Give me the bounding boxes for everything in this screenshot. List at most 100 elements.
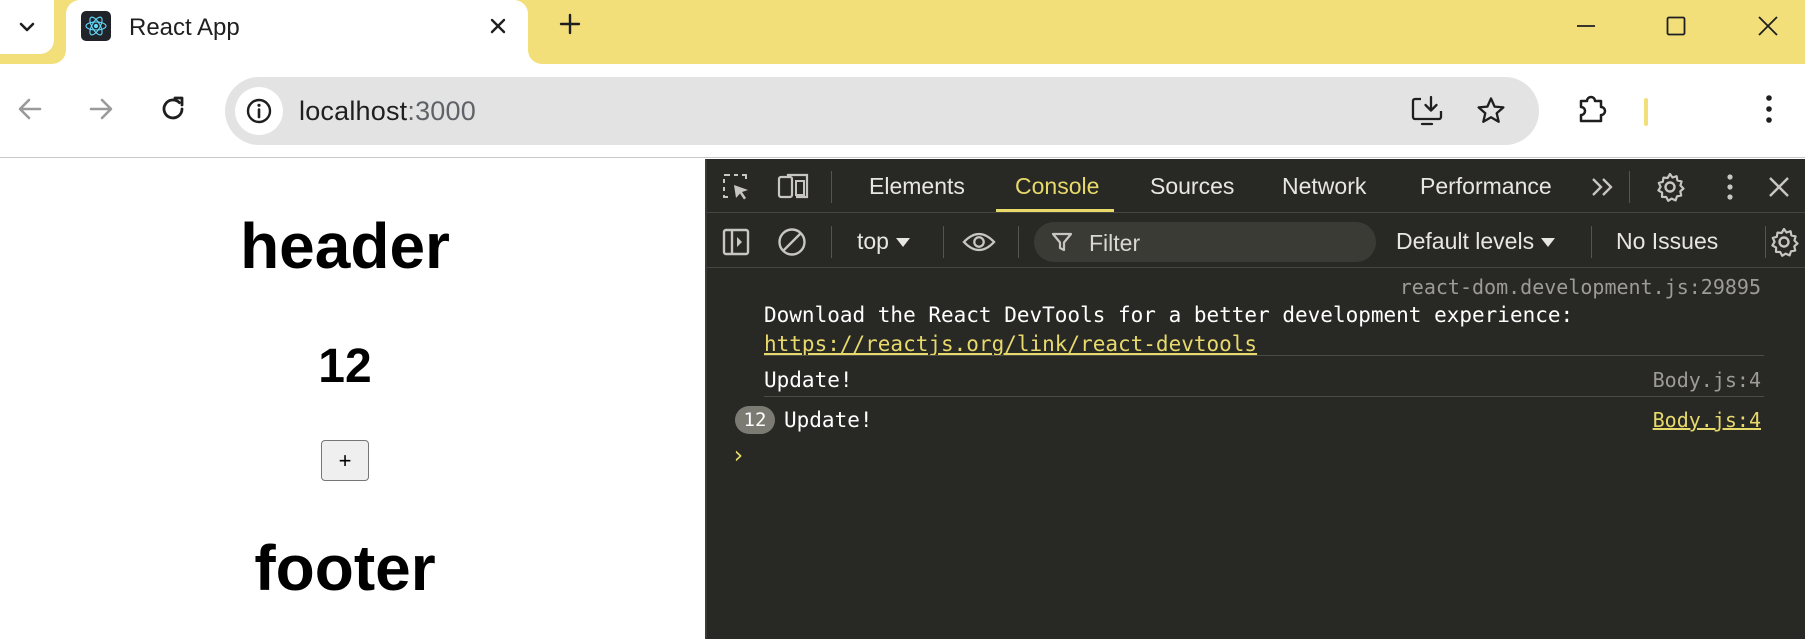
- message-source-link[interactable]: react-dom.development.js:29895: [1400, 275, 1761, 299]
- separator: [1591, 226, 1592, 258]
- toggle-sidebar-button[interactable]: [719, 225, 753, 259]
- url-text: localhost:3000: [299, 96, 476, 127]
- tab-elements[interactable]: Elements: [869, 173, 965, 200]
- back-button[interactable]: [7, 86, 53, 132]
- new-tab-button[interactable]: [552, 6, 588, 42]
- message-text: Download the React DevTools for a better…: [764, 303, 1574, 327]
- context-label: top: [857, 228, 889, 254]
- minimize-button[interactable]: [1546, 0, 1626, 52]
- clear-console-button[interactable]: [775, 225, 809, 259]
- devtools-settings-button[interactable]: [1653, 170, 1687, 204]
- close-icon: [490, 18, 506, 34]
- message-source-link[interactable]: Body.js:4: [1653, 408, 1761, 432]
- devtools-panel: Elements Console Sources Network Perform…: [705, 159, 1805, 639]
- devtools-tab-bar: Elements Console Sources Network Perform…: [707, 159, 1805, 213]
- puzzle-icon: [1579, 95, 1607, 123]
- sidebar-icon: [722, 228, 750, 256]
- tab-search-button[interactable]: [0, 0, 54, 54]
- log-levels-dropdown[interactable]: Default levels: [1396, 228, 1556, 255]
- counter-value: 12: [318, 340, 372, 393]
- console-settings-button[interactable]: [1767, 225, 1801, 259]
- browser-tab[interactable]: React App: [66, 0, 528, 64]
- tab-title: React App: [129, 14, 240, 41]
- devtools-menu-button[interactable]: [1713, 170, 1747, 204]
- repeat-count-badge: 12: [735, 406, 775, 434]
- devtools-close-button[interactable]: [1762, 170, 1796, 204]
- reload-icon: [162, 96, 184, 120]
- info-icon: [246, 98, 272, 124]
- close-icon: [1758, 16, 1778, 36]
- tab-performance[interactable]: Performance: [1420, 173, 1552, 200]
- tab-strip: React App: [0, 0, 1805, 64]
- more-tabs-button[interactable]: [1586, 170, 1620, 204]
- tab-sources[interactable]: Sources: [1150, 173, 1234, 200]
- block-icon: [778, 228, 806, 256]
- console-message: Download the React DevTools for a better…: [764, 301, 1573, 359]
- gear-icon: [1657, 172, 1685, 202]
- console-message: Update!: [784, 408, 873, 432]
- caret-down-icon: [1541, 238, 1556, 247]
- active-tab-indicator: [996, 209, 1114, 212]
- double-chevron-right-icon: [1592, 178, 1613, 196]
- filter-icon: [1050, 230, 1074, 259]
- caret-down-icon: [896, 238, 911, 247]
- page-header: header: [240, 210, 450, 282]
- close-icon: [1769, 177, 1789, 197]
- separator: [1629, 171, 1630, 203]
- page-viewport: header 12 + footer: [0, 159, 705, 639]
- maximize-icon: [1666, 16, 1686, 36]
- more-vertical-icon: [1766, 95, 1772, 123]
- console-prompt[interactable]: ›: [731, 441, 745, 469]
- bookmark-button[interactable]: [1471, 91, 1511, 131]
- install-icon: [1411, 95, 1443, 126]
- site-info-button[interactable]: [235, 87, 283, 135]
- install-app-button[interactable]: [1407, 91, 1447, 131]
- arrow-left-icon: [18, 98, 42, 120]
- window-close-button[interactable]: [1728, 0, 1805, 52]
- row-divider: [764, 355, 1764, 356]
- separator: [831, 226, 832, 258]
- profile-indicator[interactable]: [1644, 98, 1648, 126]
- tab-network[interactable]: Network: [1282, 173, 1366, 200]
- eye-icon: [962, 232, 996, 252]
- chevron-down-icon: [19, 22, 35, 32]
- console-filter-input[interactable]: Filter: [1034, 222, 1376, 262]
- browser-menu-button[interactable]: [1746, 86, 1792, 132]
- react-logo-icon: [81, 11, 111, 41]
- minimize-icon: [1577, 25, 1595, 27]
- live-expression-button[interactable]: [962, 225, 996, 259]
- filter-placeholder: Filter: [1089, 230, 1141, 256]
- console-message: Update!: [764, 368, 853, 392]
- tab-close-button[interactable]: [482, 10, 514, 42]
- forward-button[interactable]: [78, 86, 124, 132]
- console-toolbar: top Filter Default levels No Issues: [707, 214, 1805, 268]
- address-bar[interactable]: localhost:3000: [225, 77, 1539, 145]
- url-port: :3000: [407, 96, 476, 126]
- row-divider: [764, 396, 1764, 397]
- browser-toolbar: localhost:3000: [0, 64, 1805, 158]
- plus-icon: [559, 13, 581, 35]
- more-vertical-icon: [1727, 174, 1733, 200]
- page-footer: footer: [254, 532, 436, 604]
- increment-button[interactable]: +: [321, 440, 369, 481]
- maximize-button[interactable]: [1636, 0, 1716, 52]
- separator: [1018, 226, 1019, 258]
- gear-icon: [1771, 227, 1799, 257]
- log-levels-label: Default levels: [1396, 228, 1535, 254]
- device-icon: [777, 173, 809, 199]
- separator: [831, 171, 832, 203]
- reload-button[interactable]: [150, 86, 196, 132]
- separator: [1765, 226, 1766, 258]
- tab-console[interactable]: Console: [1015, 173, 1099, 200]
- star-icon: [1477, 97, 1505, 123]
- device-toolbar-button[interactable]: [776, 170, 810, 204]
- extensions-button[interactable]: [1569, 86, 1615, 132]
- issues-counter[interactable]: No Issues: [1616, 228, 1718, 255]
- inspect-icon: [723, 174, 748, 200]
- separator: [943, 226, 944, 258]
- message-source-link[interactable]: Body.js:4: [1653, 368, 1761, 392]
- inspect-element-button[interactable]: [719, 170, 753, 204]
- context-selector[interactable]: top: [857, 228, 911, 255]
- arrow-right-icon: [89, 98, 113, 120]
- url-host: localhost: [299, 96, 408, 126]
